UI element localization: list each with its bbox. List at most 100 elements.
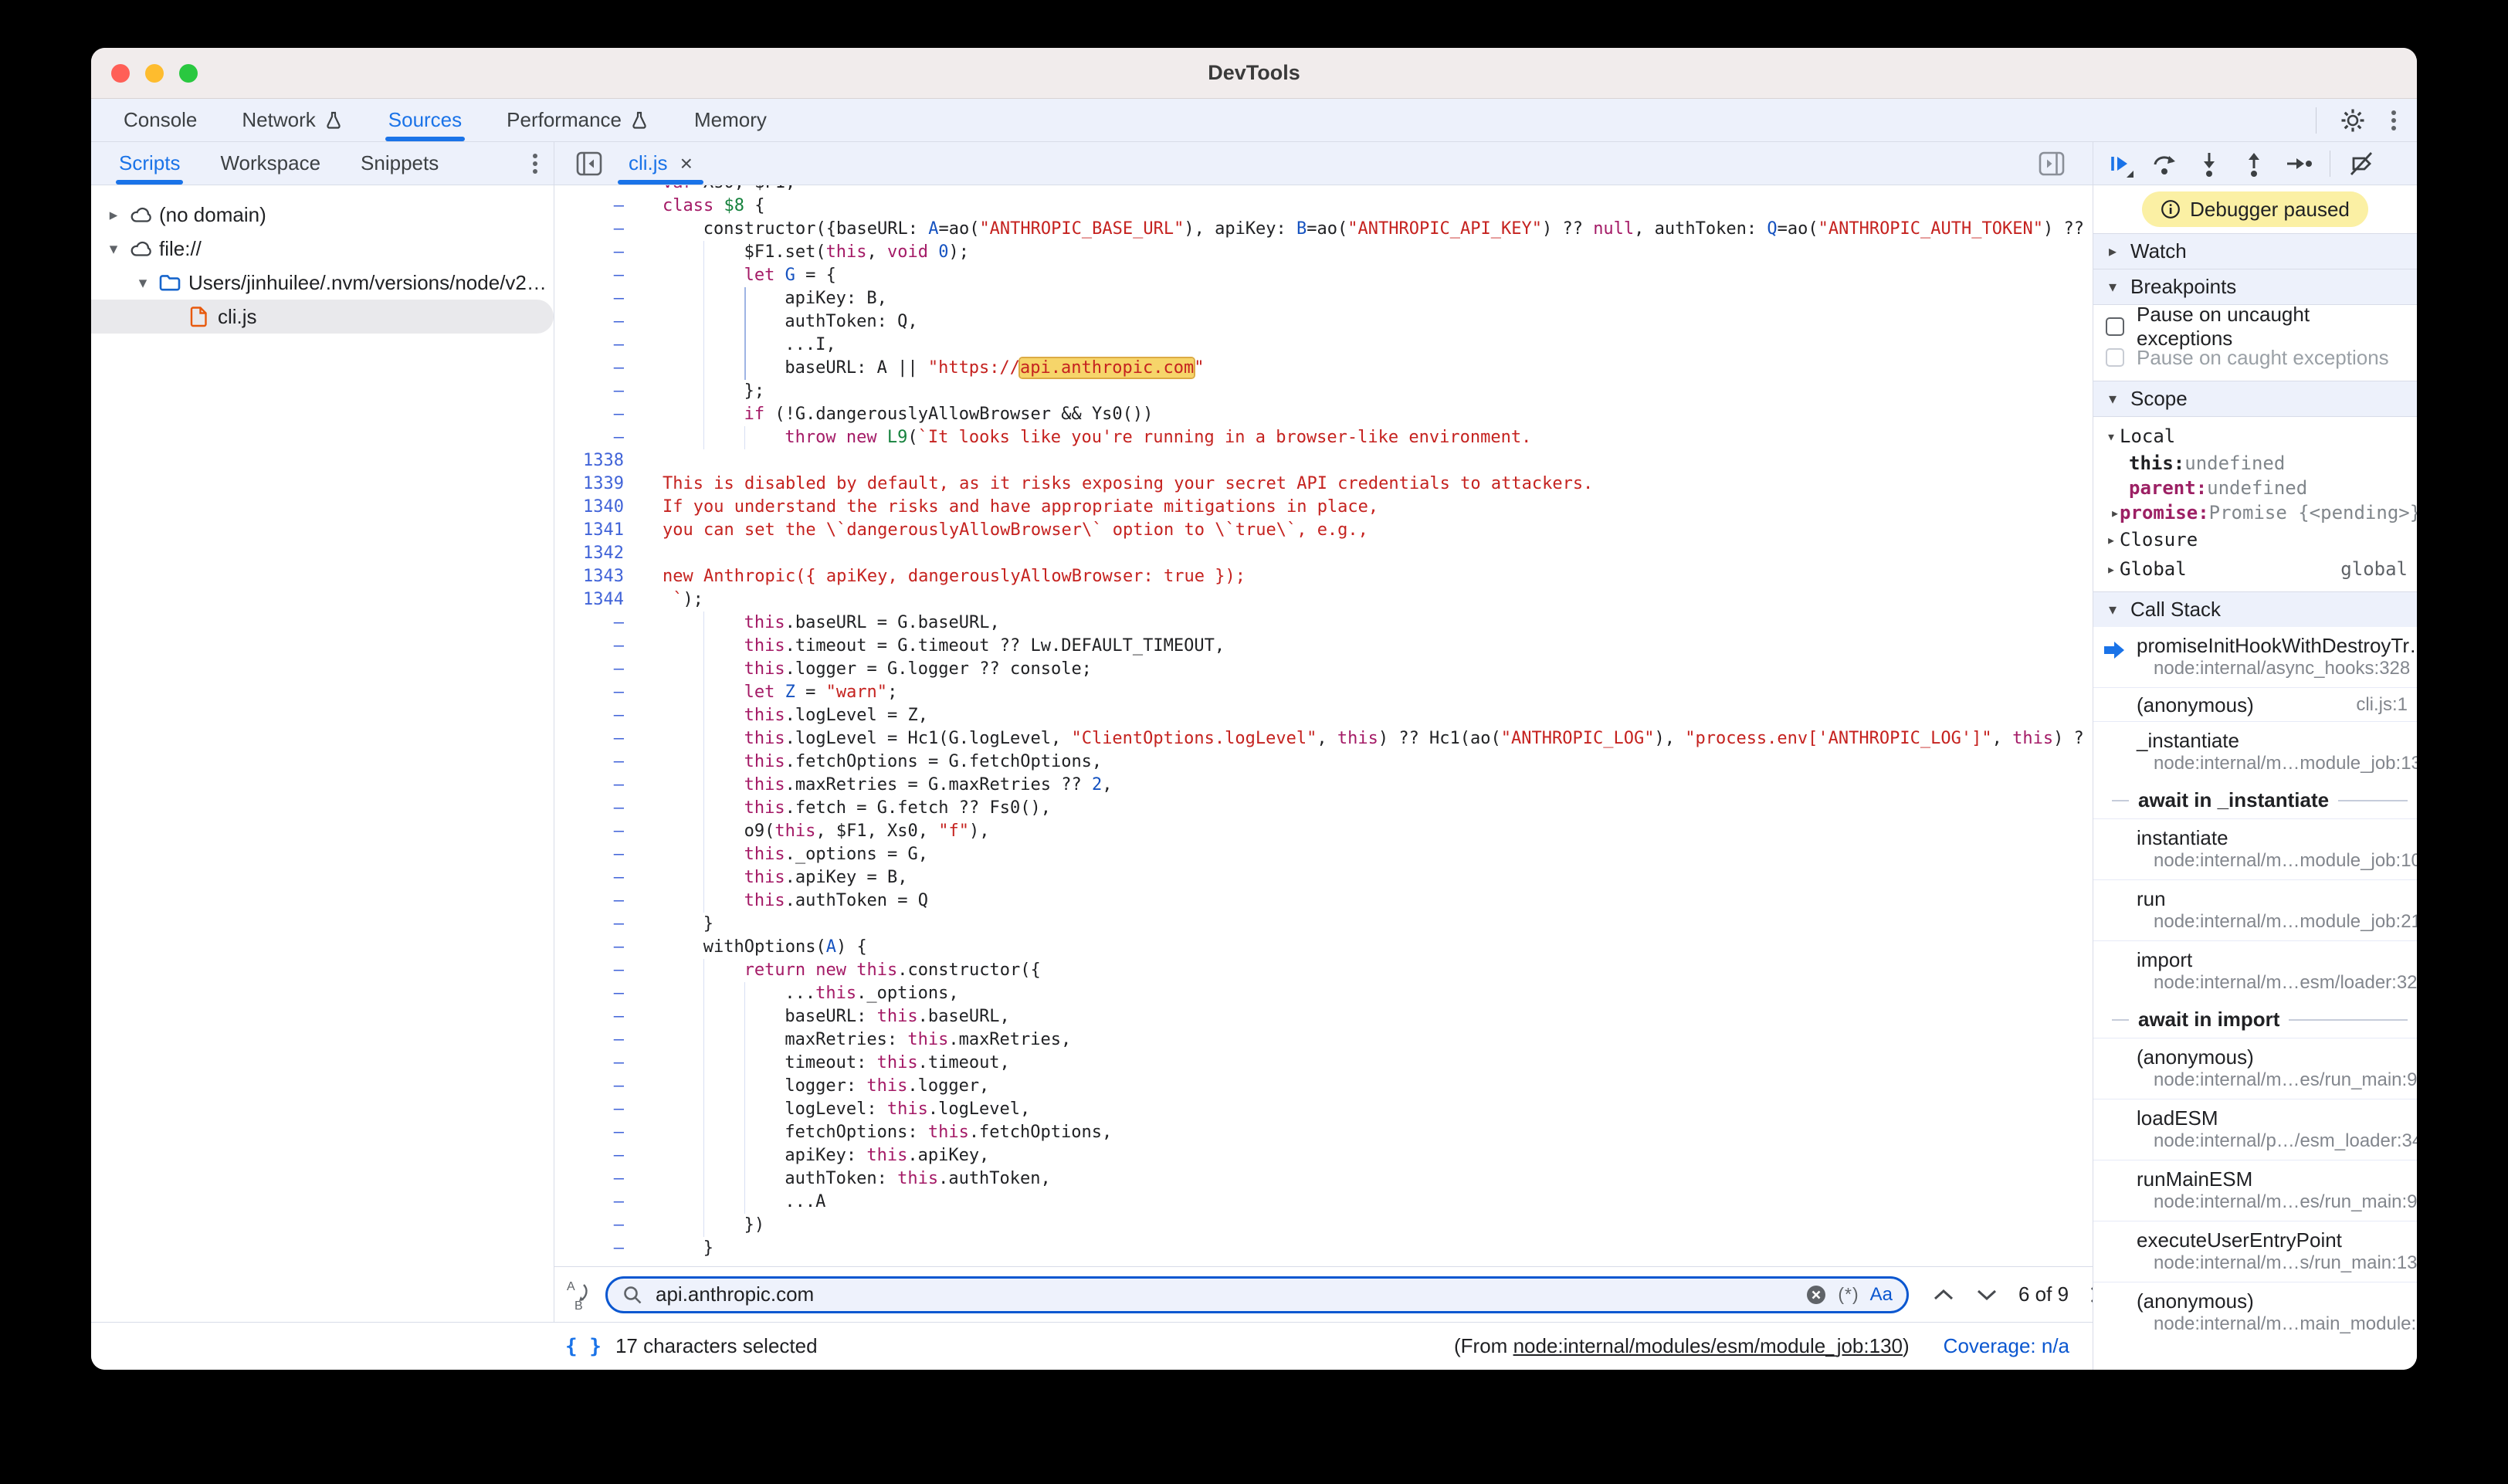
navigator-tab-scripts[interactable]: Scripts: [119, 142, 180, 185]
call-stack-frame[interactable]: runMainESMnode:internal/m…es/run_main:98: [2093, 1160, 2417, 1221]
settings-gear-icon[interactable]: [2340, 107, 2366, 134]
code-line[interactable]: –this.logLevel = Hc1(G.logLevel, "Client…: [554, 727, 2093, 750]
minimize-window-button[interactable]: [145, 64, 164, 83]
tree-item-cli-js[interactable]: cli.js: [91, 300, 554, 334]
section-call-stack[interactable]: ▾ Call Stack: [2093, 591, 2417, 627]
code-line[interactable]: –class $8 {: [554, 195, 2093, 218]
code-line[interactable]: –}: [554, 913, 2093, 936]
navigator-tab-workspace[interactable]: Workspace: [220, 142, 320, 185]
code-line[interactable]: 1344`);: [554, 588, 2093, 612]
wrapped-line-marker[interactable]: –: [554, 334, 663, 357]
wrapped-line-marker[interactable]: –: [554, 727, 663, 750]
code-line[interactable]: –}): [554, 1214, 2093, 1237]
wrapped-line-marker[interactable]: –: [554, 1052, 663, 1075]
code-line[interactable]: –logLevel: this.logLevel,: [554, 1098, 2093, 1121]
step-button[interactable]: [2285, 150, 2313, 178]
code-line[interactable]: –let G = {: [554, 264, 2093, 287]
wrapped-line-marker[interactable]: –: [554, 913, 663, 936]
navigator-tab-snippets[interactable]: Snippets: [361, 142, 439, 185]
wrapped-line-marker[interactable]: –: [554, 1121, 663, 1144]
code-line[interactable]: –...A: [554, 1191, 2093, 1214]
code-line[interactable]: –this._options = G,: [554, 843, 2093, 866]
chevron-right-icon[interactable]: ▸: [102, 205, 125, 225]
checkbox[interactable]: [2106, 317, 2124, 336]
wrapped-line-marker[interactable]: –: [554, 704, 663, 727]
call-stack-frame[interactable]: executeUserEntryPointnode:internal/m…s/r…: [2093, 1221, 2417, 1282]
line-number[interactable]: 1340: [554, 496, 663, 519]
scope-group-global[interactable]: ▸Globalglobal: [2093, 554, 2417, 584]
wrapped-line-marker[interactable]: –: [554, 681, 663, 704]
code-line[interactable]: –this.authToken = Q: [554, 889, 2093, 913]
code-line[interactable]: var Xs0, $F1;: [554, 185, 2093, 195]
wrapped-line-marker[interactable]: –: [554, 612, 663, 635]
code-line[interactable]: –timeout: this.timeout,: [554, 1052, 2093, 1075]
code-line[interactable]: –$F1.set(this, void 0);: [554, 241, 2093, 264]
code-line[interactable]: –let Z = "warn";: [554, 681, 2093, 704]
wrapped-line-marker[interactable]: –: [554, 195, 663, 218]
code-line[interactable]: –this.fetch = G.fetch ?? Fs0(),: [554, 797, 2093, 820]
call-stack-frame[interactable]: promiseInitHookWithDestroyTr…node:intern…: [2093, 627, 2417, 687]
wrapped-line-marker[interactable]: –: [554, 774, 663, 797]
call-stack-frame[interactable]: _instantiatenode:internal/m…module_job:1…: [2093, 721, 2417, 782]
coverage-link[interactable]: Coverage: n/a: [1944, 1334, 2069, 1358]
wrapped-line-marker[interactable]: –: [554, 843, 663, 866]
line-number[interactable]: 1341: [554, 519, 663, 542]
source-code-viewer[interactable]: var Xs0, $F1;–class $8 {–constructor({ba…: [554, 185, 2093, 1266]
wrapped-line-marker[interactable]: –: [554, 750, 663, 774]
regex-toggle[interactable]: (*): [1838, 1284, 1859, 1305]
panel-tab-sources[interactable]: Sources: [388, 99, 462, 141]
clear-search-icon[interactable]: [1805, 1284, 1827, 1306]
close-tab-icon[interactable]: ×: [680, 153, 693, 174]
chevron-down-icon[interactable]: ▾: [102, 239, 125, 259]
wrapped-line-marker[interactable]: –: [554, 866, 663, 889]
code-line[interactable]: –baseURL: A || "https://api.anthropic.co…: [554, 357, 2093, 380]
code-line[interactable]: –...this._options,: [554, 982, 2093, 1005]
tree-item-file-[interactable]: ▾file://: [91, 232, 554, 266]
code-line[interactable]: 1340If you understand the risks and have…: [554, 496, 2093, 519]
wrapped-line-marker[interactable]: –: [554, 889, 663, 913]
search-input[interactable]: [654, 1282, 1795, 1307]
scope-group-closure[interactable]: ▸Closure: [2093, 525, 2417, 554]
panel-tab-console[interactable]: Console: [124, 99, 197, 141]
code-line[interactable]: –this.maxRetries = G.maxRetries ?? 2,: [554, 774, 2093, 797]
chevron-right-icon[interactable]: ▸: [2110, 503, 2120, 522]
code-line[interactable]: –return new this.constructor({: [554, 959, 2093, 982]
source-origin-link[interactable]: node:internal/modules/esm/module_job:130: [1513, 1334, 1903, 1357]
code-line[interactable]: –...I,: [554, 334, 2093, 357]
close-window-button[interactable]: [111, 64, 130, 83]
line-number[interactable]: 1342: [554, 542, 663, 565]
wrapped-line-marker[interactable]: –: [554, 426, 663, 449]
code-line[interactable]: 1339This is disabled by default, as it r…: [554, 473, 2093, 496]
wrapped-line-marker[interactable]: –: [554, 936, 663, 959]
wrapped-line-marker[interactable]: –: [554, 241, 663, 264]
section-watch[interactable]: ▸ Watch: [2093, 233, 2417, 269]
panel-tab-performance[interactable]: Performance: [507, 99, 649, 141]
navigator-more-kebab-icon[interactable]: [530, 142, 540, 185]
line-number[interactable]: 1343: [554, 565, 663, 588]
code-line[interactable]: 1342: [554, 542, 2093, 565]
call-stack-frame[interactable]: loadESMnode:internal/p…/esm_loader:34: [2093, 1099, 2417, 1160]
wrapped-line-marker[interactable]: –: [554, 264, 663, 287]
wrapped-line-marker[interactable]: –: [554, 820, 663, 843]
wrapped-line-marker[interactable]: –: [554, 1098, 663, 1121]
code-line[interactable]: –this.logLevel = Z,: [554, 704, 2093, 727]
wrapped-line-marker[interactable]: –: [554, 1167, 663, 1191]
expand-debugger-icon[interactable]: [2039, 151, 2065, 177]
code-line[interactable]: –apiKey: this.apiKey,: [554, 1144, 2093, 1167]
code-line[interactable]: –authToken: this.authToken,: [554, 1167, 2093, 1191]
panel-tab-network[interactable]: Network: [242, 99, 343, 141]
line-number[interactable]: 1339: [554, 473, 663, 496]
wrapped-line-marker[interactable]: –: [554, 959, 663, 982]
code-line[interactable]: 1338: [554, 449, 2093, 473]
wrapped-line-marker[interactable]: –: [554, 380, 663, 403]
step-out-button[interactable]: [2240, 150, 2268, 178]
code-line[interactable]: –baseURL: this.baseURL,: [554, 1005, 2093, 1028]
wrapped-line-marker[interactable]: –: [554, 1214, 663, 1237]
wrapped-line-marker[interactable]: –: [554, 635, 663, 658]
search-field[interactable]: (*) Aa: [605, 1276, 1909, 1313]
wrapped-line-marker[interactable]: –: [554, 797, 663, 820]
code-line[interactable]: –constructor({baseURL: A=ao("ANTHROPIC_B…: [554, 218, 2093, 241]
code-line[interactable]: –this.logger = G.logger ?? console;: [554, 658, 2093, 681]
zoom-window-button[interactable]: [179, 64, 198, 83]
wrapped-line-marker[interactable]: –: [554, 1191, 663, 1214]
